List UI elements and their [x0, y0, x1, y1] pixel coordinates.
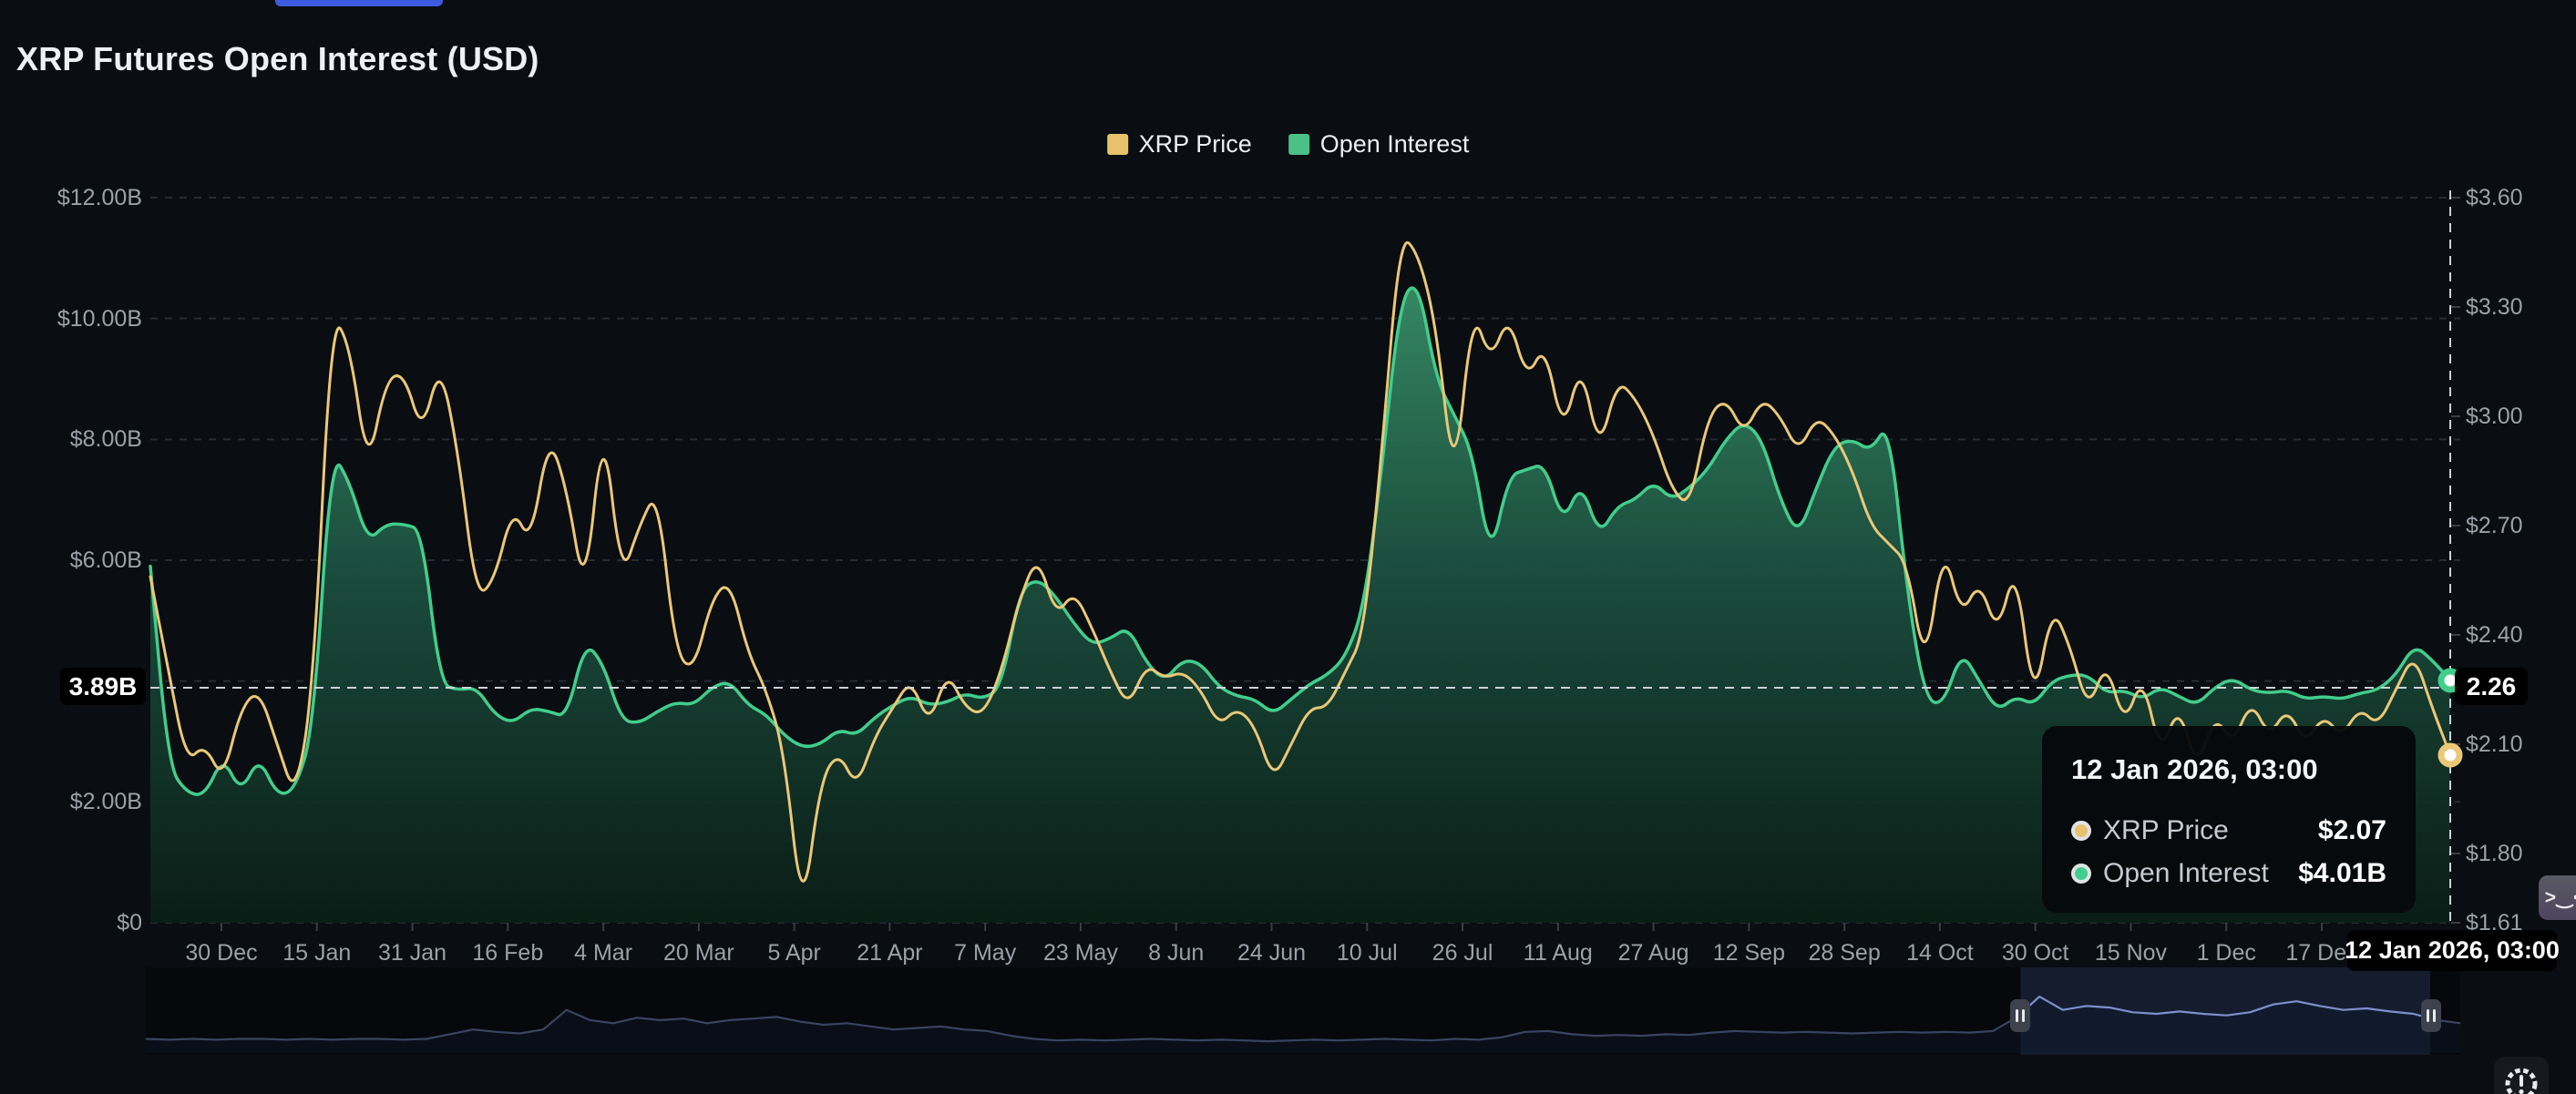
assistant-mascot-button[interactable]: >‿< — [2539, 875, 2576, 920]
x-axis-tick-label: 11 Aug — [1524, 940, 1593, 966]
x-axis-tick-label: 7 May — [954, 940, 1016, 966]
x-axis-tick-label: 14 Oct — [1906, 940, 1974, 966]
x-axis-tick-label: 31 Jan — [378, 940, 446, 966]
x-axis-tick-label: 8 Jun — [1148, 940, 1204, 966]
y-axis-right-label: $3.00 — [2466, 403, 2523, 430]
tooltip-label: Open Interest — [2103, 858, 2269, 889]
chart-tooltip: 12 Jan 2026, 03:00 XRP Price $2.07 Open … — [2042, 726, 2416, 913]
x-axis-tick-label: 28 Sep — [1809, 940, 1881, 966]
y-axis-right-label: $2.70 — [2466, 512, 2523, 539]
chart-plot-area[interactable] — [0, 0, 2576, 1094]
tooltip-row-xrp-price: XRP Price $2.07 — [2071, 815, 2386, 846]
tooltip-label: XRP Price — [2103, 815, 2229, 846]
report-issue-button[interactable] — [2494, 1057, 2549, 1094]
tooltip-row-open-interest: Open Interest $4.01B — [2071, 858, 2386, 889]
y-axis-left-label: $6.00B — [31, 547, 142, 574]
x-axis-tick-label: 12 Sep — [1713, 940, 1785, 966]
x-axis-tick-label: 16 Feb — [472, 940, 543, 966]
x-axis-tick-label: 15 Jan — [282, 940, 351, 966]
y-axis-left-label: $8.00B — [31, 425, 142, 453]
crosshair-right-value-label: 2.26 — [2455, 668, 2528, 705]
navigator-handle-left[interactable] — [2010, 999, 2030, 1032]
navigator-handle-right[interactable] — [2421, 999, 2441, 1032]
x-axis-tick-label: 1 Dec — [2197, 940, 2256, 966]
y-axis-left-label: $12.00B — [31, 184, 142, 211]
xrp-open-interest-widget: XRP Futures Open Interest (USD) XRP Pric… — [0, 0, 2576, 1094]
y-axis-right-label: $1.80 — [2466, 840, 2523, 867]
y-axis-right-label: $2.10 — [2466, 731, 2523, 758]
y-axis-right-label: $3.60 — [2466, 184, 2523, 211]
crosshair-left-value-label: 3.89B — [60, 668, 146, 705]
x-axis-tick-label: 30 Oct — [2002, 940, 2069, 966]
tooltip-dot-green — [2071, 864, 2091, 884]
tooltip-value: $2.07 — [2318, 815, 2386, 846]
x-axis-tick-label: 5 Apr — [767, 940, 820, 966]
y-axis-left-label: $10.00B — [31, 305, 142, 332]
x-axis-tick-label: 26 Jul — [1432, 940, 1493, 966]
crosshair-date-label: 12 Jan 2026, 03:00 — [2347, 930, 2557, 971]
y-axis-right-label: $3.30 — [2466, 293, 2523, 321]
y-axis-left-label: $0 — [31, 909, 142, 936]
tooltip-value: $4.01B — [2298, 858, 2386, 889]
x-axis-tick-label: 27 Aug — [1618, 940, 1689, 966]
report-issue-icon — [2502, 1065, 2540, 1094]
x-axis-tick-label: 21 Apr — [857, 940, 922, 966]
y-axis-left-label: $2.00B — [31, 788, 142, 815]
x-axis-tick-label: 15 Nov — [2095, 940, 2167, 966]
navigator[interactable] — [146, 967, 2460, 1055]
y-axis-right-label: $2.40 — [2466, 621, 2523, 649]
x-axis-tick-label: 4 Mar — [574, 940, 632, 966]
x-axis-tick-label: 20 Mar — [663, 940, 734, 966]
x-axis-tick-label: 23 May — [1043, 940, 1118, 966]
tooltip-dot-yellow — [2071, 821, 2091, 841]
tooltip-date: 12 Jan 2026, 03:00 — [2071, 753, 2386, 786]
x-axis-tick-label: 30 Dec — [185, 940, 257, 966]
x-axis-tick-label: 24 Jun — [1237, 940, 1306, 966]
x-axis-tick-label: 10 Jul — [1337, 940, 1398, 966]
